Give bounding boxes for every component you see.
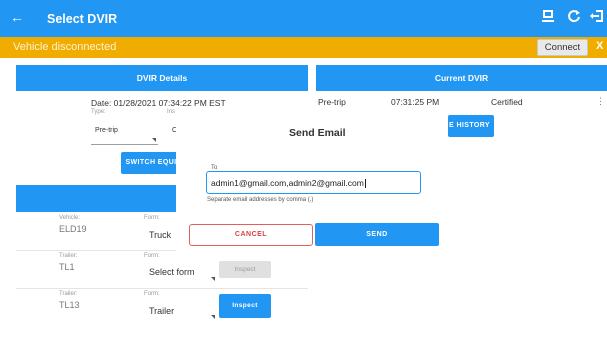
printer-icon[interactable] [541, 9, 555, 26]
vehicle-form-select[interactable]: Truck [149, 230, 171, 240]
send-email-dialog: Send Email admin1@gmail.com,admin2@gmail… [176, 115, 448, 253]
view-history-button[interactable]: E HISTORY [448, 115, 494, 137]
switch-equipment-button[interactable]: SWITCH EQUI [121, 152, 181, 174]
logout-icon[interactable] [590, 9, 604, 26]
type-select[interactable]: Pre-trip [95, 127, 118, 134]
form-dropdown-icon [211, 277, 215, 281]
type-label: Type: [91, 109, 106, 115]
current-dvir-status: Certified [491, 97, 523, 107]
dvir-details-header: DVIR Details [16, 65, 308, 91]
ins-label: Ins [167, 109, 176, 115]
refresh-icon[interactable] [567, 9, 581, 26]
email-hint: Separate email addresses by comma (,) [207, 197, 314, 203]
row-divider [16, 288, 308, 289]
banner-message: Vehicle disconnected [13, 41, 117, 53]
current-dvir-type: Pre-trip [318, 97, 346, 107]
close-banner-button[interactable]: X [596, 40, 603, 52]
type-underline [91, 144, 158, 145]
form-label: Form: [144, 253, 160, 259]
app-bar: ← Select DVIR [0, 0, 607, 37]
more-menu-icon[interactable]: ⋮ [596, 96, 605, 107]
vehicle-value: ELD19 [59, 224, 87, 234]
trailer-label: Trailer: [59, 253, 78, 259]
cancel-button[interactable]: CANCEL [189, 224, 313, 246]
form-label: Form: [144, 215, 160, 221]
send-button[interactable]: SEND [315, 223, 439, 246]
current-dvir-header: Current DVIR [316, 65, 607, 91]
inspect-button-disabled[interactable]: Inspect [219, 261, 271, 278]
dvir-date: Date: 01/28/2021 07:34:22 PM EST [91, 98, 226, 108]
trailer-form-select[interactable]: Trailer [149, 306, 174, 316]
back-arrow-icon[interactable]: ← [10, 9, 24, 25]
connect-button[interactable]: Connect [537, 39, 588, 56]
form-dropdown-icon [211, 315, 215, 319]
email-to-value[interactable]: admin1@gmail.com,admin2@gmail.com [211, 178, 366, 189]
form-label: Form: [144, 291, 160, 297]
trailer-form-select[interactable]: Select form [149, 267, 195, 277]
trailer-value: TL1 [59, 262, 75, 272]
current-dvir-time: 07:31:25 PM [391, 97, 440, 107]
vehicle-label: Vehicle: [59, 215, 81, 221]
email-to-field[interactable]: admin1@gmail.com,admin2@gmail.com [206, 171, 421, 194]
disconnected-banner: Vehicle disconnected Connect X [0, 37, 607, 58]
email-to-label: To [209, 165, 220, 171]
trailer-value: TL13 [59, 300, 80, 310]
dialog-title: Send Email [289, 127, 346, 139]
trailer-label: Trailer: [59, 291, 78, 297]
inspect-button[interactable]: Inspect [219, 294, 271, 318]
page-title: Select DVIR [47, 12, 118, 26]
type-dropdown-icon [152, 138, 156, 142]
